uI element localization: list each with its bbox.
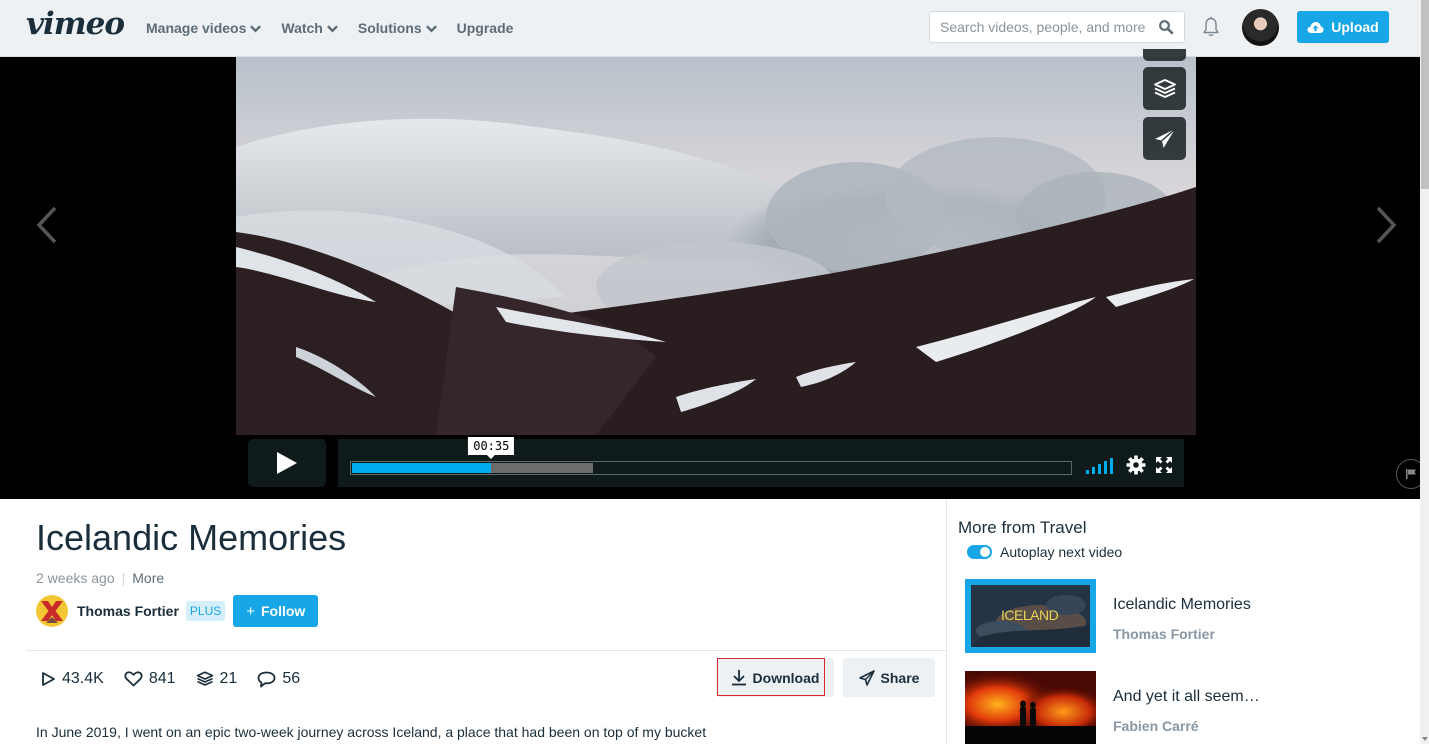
share-label: Share [880, 669, 920, 686]
video-thumbnail[interactable] [965, 671, 1096, 744]
search-box [929, 11, 1185, 43]
comment-icon [257, 671, 276, 687]
search-input[interactable] [940, 19, 1150, 35]
bell-icon[interactable] [1201, 16, 1221, 38]
thumbnail-image [965, 671, 1096, 744]
video-meta: 2 weeks ago | More [36, 570, 164, 586]
progress-bar[interactable] [350, 461, 1072, 475]
user-avatar[interactable] [1242, 9, 1279, 46]
settings-gear-icon[interactable] [1126, 455, 1146, 475]
recommended-title[interactable]: And yet it all seem… [1113, 688, 1260, 706]
meta-separator: | [121, 570, 126, 586]
volume-icon[interactable] [1086, 458, 1114, 474]
video-info: Icelandic Memories Thomas Fortier [1113, 579, 1251, 653]
cloud-upload-icon [1307, 21, 1324, 33]
chevron-down-icon [250, 24, 262, 32]
thumbnail-text: ICELAND [1001, 607, 1059, 623]
plays-count: 43.4K [62, 670, 104, 687]
collections-stat[interactable]: 21 [196, 670, 238, 688]
scrollbar-thumb[interactable] [1421, 0, 1429, 189]
upload-button[interactable]: Upload [1297, 11, 1389, 43]
owner-avatar[interactable] [36, 595, 68, 627]
nav-label: Upgrade [456, 20, 514, 36]
divider [26, 650, 946, 651]
video-description: In June 2019, I went on an epic two-week… [36, 724, 707, 740]
autoplay-row: Autoplay next video [967, 544, 1122, 560]
owner-row: Thomas Fortier PLUS + Follow [36, 595, 319, 627]
video-info: And yet it all seem… Fabien Carré [1113, 671, 1260, 744]
collections-icon [196, 671, 213, 686]
flag-icon [1406, 469, 1416, 479]
video-title: Icelandic Memories [36, 517, 347, 558]
previous-video-arrow-icon[interactable] [34, 205, 60, 245]
autoplay-toggle[interactable] [967, 545, 992, 559]
owner-name[interactable]: Thomas Fortier [77, 603, 179, 619]
comments-stat[interactable]: 56 [257, 670, 300, 688]
more-link[interactable]: More [132, 570, 164, 586]
more-videos-sidebar: More from Travel Autoplay next video ICE… [946, 499, 1420, 744]
vimeo-logo[interactable]: vimeo [26, 6, 125, 42]
recommended-title[interactable]: Icelandic Memories [1113, 596, 1251, 614]
nav-solutions[interactable]: Solutions [358, 20, 437, 36]
player-controls-bar: 00:35 [338, 437, 1184, 487]
recommended-video-item[interactable]: ICELAND Icelandic Memories Thomas Fortie… [965, 579, 1251, 653]
nav-label: Watch [281, 20, 323, 36]
recommended-author[interactable]: Fabien Carré [1113, 718, 1260, 734]
play-button[interactable] [248, 439, 326, 487]
next-video-arrow-icon[interactable] [1373, 205, 1399, 245]
plus-icon: + [246, 602, 255, 620]
main-nav: Manage videos Watch Solutions Upgrade [146, 0, 533, 56]
autoplay-label: Autoplay next video [1000, 544, 1123, 560]
comments-count: 56 [282, 670, 301, 687]
video-details: Icelandic Memories 2 weeks ago | More Th… [26, 499, 946, 744]
follow-button[interactable]: + Follow [233, 595, 319, 627]
search-icon[interactable] [1158, 19, 1174, 35]
like-button[interactable] [1143, 49, 1186, 61]
share-button[interactable]: Share [843, 658, 935, 697]
upload-label: Upload [1331, 19, 1379, 35]
share-plane-icon [858, 669, 875, 686]
sidebar-title: More from Travel [958, 518, 1087, 537]
time-tooltip: 00:35 [468, 437, 515, 459]
nav-manage-videos[interactable]: Manage videos [146, 20, 262, 36]
download-highlight-outline [717, 658, 825, 696]
plays-stat[interactable]: 43.4K [40, 670, 104, 688]
video-thumbnail[interactable]: ICELAND [965, 579, 1096, 653]
nav-watch[interactable]: Watch [281, 20, 338, 36]
toggle-knob [980, 547, 990, 557]
likes-stat[interactable]: 841 [124, 670, 176, 688]
likes-count: 841 [148, 670, 176, 687]
share-plane-icon [1154, 127, 1175, 148]
nav-label: Solutions [357, 20, 422, 36]
fullscreen-icon[interactable] [1156, 457, 1172, 473]
recommended-author[interactable]: Thomas Fortier [1113, 626, 1251, 642]
video-still-image [236, 57, 1196, 435]
nav-label: Manage videos [146, 20, 247, 36]
page-scrollbar[interactable] [1420, 0, 1429, 744]
played-progress [352, 463, 492, 473]
download-button[interactable]: Download [716, 658, 834, 697]
follow-label: Follow [260, 603, 306, 619]
scroll-down-arrow-icon[interactable] [1422, 737, 1428, 741]
owner-avatar-image [36, 595, 68, 627]
collections-count: 21 [219, 670, 238, 687]
video-stats: 43.4K 841 21 56 [40, 670, 320, 688]
nav-upgrade[interactable]: Upgrade [457, 20, 514, 36]
play-count-icon [42, 672, 55, 686]
play-icon [277, 452, 297, 474]
heart-icon [124, 671, 143, 687]
collections-icon [1153, 78, 1176, 98]
recommended-video-item[interactable]: And yet it all seem… Fabien Carré [965, 671, 1260, 744]
share-video-button[interactable] [1143, 117, 1186, 160]
chevron-down-icon [425, 24, 437, 32]
add-to-collection-button[interactable] [1143, 67, 1186, 110]
chevron-down-icon [326, 24, 338, 32]
plus-badge: PLUS [185, 601, 226, 621]
video-player[interactable]: 00:35 [0, 49, 1426, 499]
video-frame[interactable] [236, 57, 1196, 435]
top-navigation-bar: vimeo Manage videos Watch Solutions Upgr… [0, 0, 1420, 57]
posted-time: 2 weeks ago [36, 570, 115, 586]
